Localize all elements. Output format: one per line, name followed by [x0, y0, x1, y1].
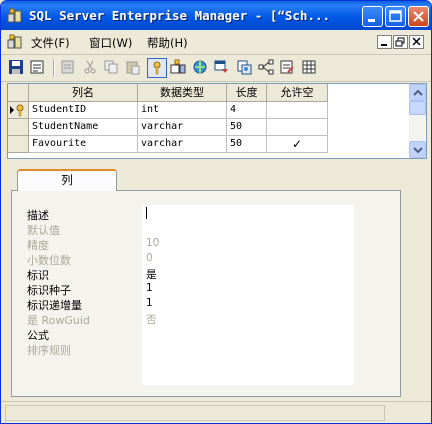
column-header-length[interactable]: 长度: [227, 84, 267, 102]
row-selector[interactable]: [8, 119, 29, 136]
column-grid: 列名 数据类型 长度 允许空 StudentID int 4 StudentNa…: [7, 83, 427, 159]
table-icon[interactable]: [300, 58, 320, 78]
close-button[interactable]: [408, 6, 429, 27]
enterprise-manager-icon: [7, 8, 23, 24]
permissions-icon[interactable]: [278, 58, 298, 78]
cell-data-type[interactable]: int: [138, 102, 227, 119]
status-panel: [5, 405, 385, 421]
text-caret: [146, 207, 147, 219]
cell-nullable[interactable]: [267, 102, 328, 119]
window-title: SQL Server Enterprise Manager - [“Sch...: [29, 8, 331, 23]
maximize-button[interactable]: [385, 6, 406, 27]
property-label-formula: 公式: [27, 329, 49, 342]
property-label-default: 默认值: [27, 224, 60, 237]
property-value-precision: 10: [146, 237, 160, 249]
cell-data-type[interactable]: varchar: [138, 136, 227, 153]
property-values-area: [142, 205, 354, 385]
cell-column-name[interactable]: Favourite: [29, 136, 138, 153]
minimize-button[interactable]: [362, 6, 383, 27]
cut-icon[interactable]: [81, 58, 101, 78]
cell-nullable[interactable]: ✓: [267, 136, 328, 153]
tab-columns[interactable]: 列: [17, 169, 117, 191]
mdi-restore-button[interactable]: [393, 35, 408, 49]
property-label-identity-seed: 标识种子: [27, 284, 71, 297]
grid-vertical-scrollbar[interactable]: [409, 84, 426, 158]
copy-icon[interactable]: [102, 58, 122, 78]
save-icon[interactable]: [7, 58, 27, 78]
manage-indexes-icon[interactable]: [191, 58, 211, 78]
cell-column-name[interactable]: StudentID: [29, 102, 138, 119]
property-label-description: 描述: [27, 209, 49, 222]
cell-column-name[interactable]: StudentName: [29, 119, 138, 136]
manage-constraints-icon[interactable]: [213, 58, 233, 78]
generate-script-icon[interactable]: [59, 58, 79, 78]
app-window: SQL Server Enterprise Manager - [“Sch...…: [0, 0, 432, 424]
column-properties-pane: 描述 默认值 精度 10 小数位数 0 标识 是 标识种子 1 标识递增量 1 …: [11, 190, 401, 397]
row-selector[interactable]: [8, 102, 29, 119]
current-row-key-icon: [10, 104, 24, 117]
property-value-scale: 0: [146, 252, 153, 264]
relationships-icon[interactable]: [257, 58, 277, 78]
mdi-close-button[interactable]: [409, 35, 424, 49]
mdi-minimize-button[interactable]: [377, 35, 392, 49]
cell-nullable[interactable]: [267, 119, 328, 136]
child-window-icon[interactable]: [7, 34, 23, 50]
property-value-identity[interactable]: 是: [146, 267, 157, 282]
row-selector[interactable]: [8, 136, 29, 153]
menu-help[interactable]: 帮助(H): [147, 35, 188, 51]
cell-length[interactable]: 4: [227, 102, 267, 119]
paste-icon[interactable]: [124, 58, 144, 78]
cell-length[interactable]: 50: [227, 136, 267, 153]
column-header-nullable[interactable]: 允许空: [267, 84, 328, 102]
scroll-down-button[interactable]: [409, 141, 426, 158]
property-label-collation: 排序规则: [27, 344, 71, 357]
menu-window[interactable]: 窗口(W): [89, 35, 132, 51]
manage-triggers-icon[interactable]: [235, 58, 255, 78]
properties-icon[interactable]: [28, 58, 48, 78]
menu-bar: 文件(F) 窗口(W) 帮助(H): [1, 30, 431, 55]
property-label-precision: 精度: [27, 239, 49, 252]
menu-file[interactable]: 文件(F): [31, 35, 70, 51]
column-properties-panel: 列 描述 默认值 精度 10 小数位数 0 标识 是 标识种子 1 标识递增量 …: [7, 165, 427, 399]
status-bar: [1, 401, 431, 423]
cell-length[interactable]: 50: [227, 119, 267, 136]
property-label-identity-increment: 标识递增量: [27, 299, 82, 312]
scroll-up-button[interactable]: [409, 84, 426, 101]
cell-data-type[interactable]: varchar: [138, 119, 227, 136]
property-value-rowguid: 否: [146, 314, 157, 326]
toolbar-separator: [53, 59, 55, 77]
grid-corner: [8, 84, 29, 102]
property-label-rowguid: 是 RowGuid: [27, 314, 90, 327]
property-value-identity-increment[interactable]: 1: [146, 297, 153, 309]
column-header-name[interactable]: 列名: [29, 84, 138, 102]
scroll-thumb[interactable]: [409, 101, 426, 115]
property-label-identity: 标识: [27, 269, 49, 282]
title-bar[interactable]: SQL Server Enterprise Manager - [“Sch...: [1, 1, 431, 30]
table-relationships-icon[interactable]: [169, 58, 189, 78]
property-value-identity-seed[interactable]: 1: [146, 282, 153, 294]
primary-key-icon[interactable]: [147, 58, 167, 78]
toolbar: [1, 55, 431, 82]
property-label-scale: 小数位数: [27, 254, 71, 267]
column-header-type[interactable]: 数据类型: [138, 84, 227, 102]
